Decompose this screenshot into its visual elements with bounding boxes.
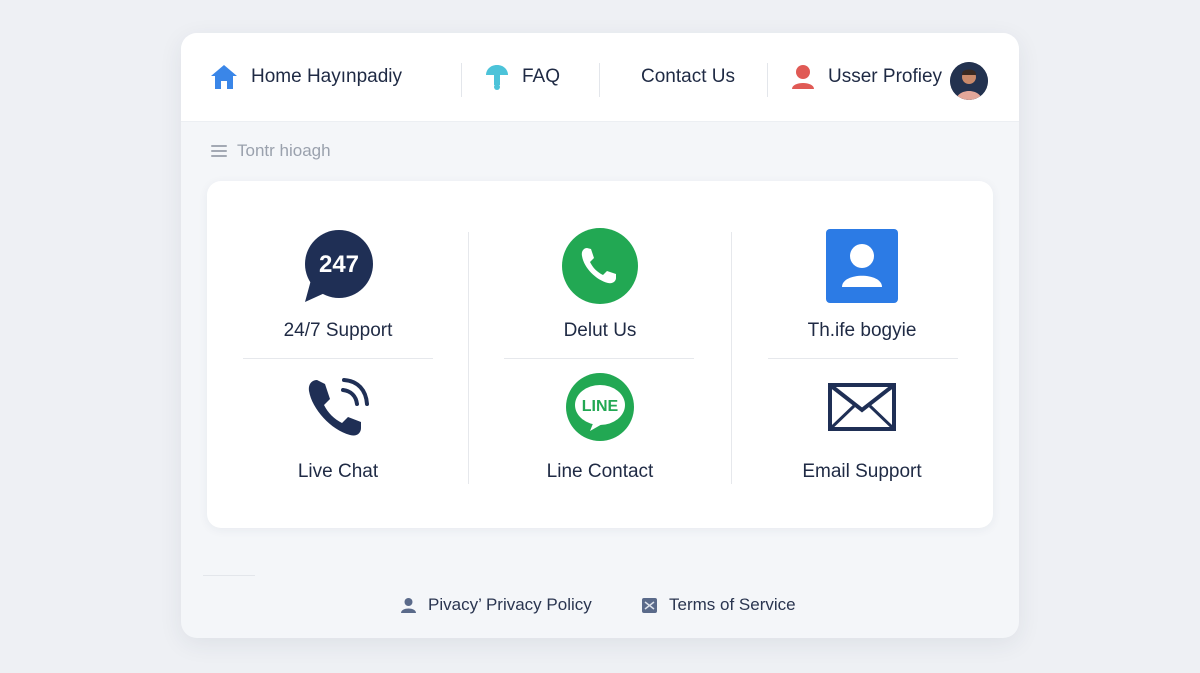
nav-profile-label: Usser Profiey xyxy=(828,66,943,87)
terms-of-service-label: Terms of Service xyxy=(669,595,796,614)
top-nav: Home Hayınpadiy FAQ Contact Us Usser Pro… xyxy=(181,33,1019,122)
nav-divider xyxy=(461,63,462,97)
privacy-policy-label: Pivаcy’ Privacy Policy xyxy=(428,595,592,614)
menu-icon[interactable] xyxy=(211,145,227,157)
avatar[interactable] xyxy=(950,62,988,100)
tile-label: Delut Us xyxy=(563,320,637,341)
svg-text:LINE: LINE xyxy=(582,398,619,415)
nav-divider xyxy=(767,63,768,97)
user-square-icon xyxy=(731,226,993,306)
contact-options-panel: 247 24/7 Support Delut Us Th.ife bogyie … xyxy=(207,181,993,528)
tile-label: Line Contact xyxy=(546,461,654,482)
user-icon xyxy=(400,597,417,614)
nav-divider xyxy=(599,63,600,97)
tile-label: 24/7 Support xyxy=(283,320,393,341)
line-app-icon: LINE xyxy=(469,367,731,447)
tile-label: Th.ife bogyie xyxy=(807,320,917,341)
tile-line-contact[interactable]: LINE Line Contact xyxy=(469,367,731,483)
svg-text:247: 247 xyxy=(319,251,359,278)
chat-bubble-247-icon: 247 xyxy=(207,226,469,306)
row-divider xyxy=(243,358,433,359)
terms-of-service-link[interactable]: Terms of Service xyxy=(641,595,796,615)
envelope-icon xyxy=(731,367,993,447)
profile-icon xyxy=(790,63,816,91)
row-divider xyxy=(504,358,694,359)
tile-label: Live Chat xyxy=(297,461,379,482)
nav-contact-label: Contact Us xyxy=(641,66,735,87)
nav-contact[interactable]: Contact Us xyxy=(641,33,735,121)
home-icon xyxy=(209,63,239,91)
support-card: Home Hayınpadiy FAQ Contact Us Usser Pro… xyxy=(181,33,1019,638)
phone-ringing-icon xyxy=(207,367,469,447)
document-icon xyxy=(641,597,658,614)
tile-delut-us[interactable]: Delut Us xyxy=(469,226,731,342)
nav-profile[interactable]: Usser Profiey xyxy=(790,33,942,121)
nav-faq-label: FAQ xyxy=(522,66,561,87)
nav-home-label: Home Hayınpadiy xyxy=(251,66,403,87)
tile-247-support[interactable]: 247 24/7 Support xyxy=(207,226,469,342)
tile-email-support[interactable]: Email Support xyxy=(731,367,993,483)
breadcrumb: Tontr hioagh xyxy=(211,141,331,161)
privacy-policy-link[interactable]: Pivаcy’ Privacy Policy xyxy=(400,595,592,615)
phone-circle-icon xyxy=(469,226,731,306)
nav-home[interactable]: Home Hayınpadiy xyxy=(209,33,402,121)
tile-live-chat[interactable]: Live Chat xyxy=(207,367,469,483)
breadcrumb-label: Tontr hioagh xyxy=(237,141,331,160)
row-divider xyxy=(768,358,958,359)
nav-faq[interactable]: FAQ xyxy=(484,33,560,121)
tile-profile[interactable]: Th.ife bogyie xyxy=(731,226,993,342)
tile-label: Email Support xyxy=(802,461,922,482)
faq-icon xyxy=(484,63,510,91)
footer-divider xyxy=(203,575,255,576)
